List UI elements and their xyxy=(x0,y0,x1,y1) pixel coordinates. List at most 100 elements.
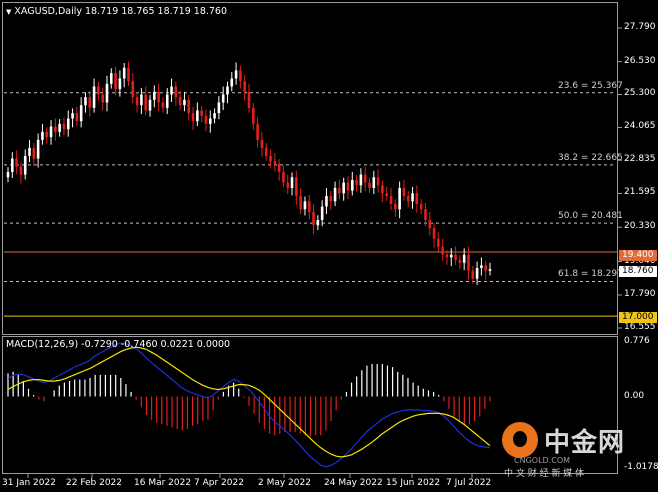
candle-body xyxy=(174,86,178,98)
candle-body xyxy=(11,158,14,172)
candle-body xyxy=(398,187,401,210)
candle-body xyxy=(49,126,53,138)
candle-body xyxy=(290,177,294,188)
candle-body xyxy=(368,182,371,188)
candle-body xyxy=(230,78,234,87)
price-tick-label: 22.835 xyxy=(624,154,656,165)
candle-body xyxy=(462,254,466,263)
date-tick-label: 22 Feb 2022 xyxy=(66,478,123,488)
chart-window[interactable]: ▼ XAGUSD,Daily 18.719 18.765 18.719 18.7… xyxy=(0,0,658,492)
candle-body xyxy=(372,177,376,188)
candle-body xyxy=(191,113,195,122)
price-tick-label: 17.790 xyxy=(624,289,656,300)
candle-body xyxy=(79,105,83,122)
candle-body xyxy=(32,147,36,159)
candle-body xyxy=(213,113,216,119)
candle-body xyxy=(312,211,315,226)
candle-body xyxy=(97,86,100,95)
candle-body xyxy=(247,91,251,108)
candle-body xyxy=(196,110,199,122)
candle-body xyxy=(385,193,389,196)
macd-tick-label: 0.00 xyxy=(624,390,645,401)
candle-body xyxy=(286,182,290,188)
candle-body xyxy=(432,228,436,239)
candle-body xyxy=(217,102,221,114)
candle-body xyxy=(170,86,173,95)
candle-body xyxy=(131,81,135,98)
candle-body xyxy=(303,201,307,210)
candle-body xyxy=(62,123,66,130)
candle-body xyxy=(71,113,74,119)
candle-body xyxy=(92,86,96,108)
candle-body xyxy=(153,91,156,100)
date-tick-label: 15 Jun 2022 xyxy=(386,478,441,488)
candle-body xyxy=(105,83,109,103)
candle-body xyxy=(157,91,160,103)
candle-body xyxy=(45,131,49,138)
candle-body xyxy=(41,131,44,140)
candle-body xyxy=(376,177,380,186)
candle-body xyxy=(84,97,87,106)
price-tick-label: 16.555 xyxy=(624,322,656,332)
candle-body xyxy=(127,67,130,82)
candle-body xyxy=(260,139,264,148)
watermark-tagline: 中 文 财 经 新 媒 体 xyxy=(504,469,585,479)
price-tick-label: 25.300 xyxy=(624,88,656,99)
fib-level-label: 23.6 = 25.367 xyxy=(558,80,623,91)
current-price-tag: 18.760 xyxy=(619,266,657,277)
candle-body xyxy=(19,166,23,175)
candle-body xyxy=(36,139,40,159)
candle-body xyxy=(355,179,358,186)
cngold-watermark: 中金网 CNGOLD.COM 中 文 财 经 新 媒 体 xyxy=(498,418,648,479)
candle-body xyxy=(226,86,229,95)
candle-body xyxy=(234,70,238,79)
date-tick-label: 31 Jan 2022 xyxy=(2,478,56,488)
dropdown-triangle-icon[interactable]: ▼ xyxy=(6,8,11,16)
candle-body xyxy=(299,195,302,210)
candle-body xyxy=(333,187,337,202)
candle-body xyxy=(316,219,320,226)
candle-body xyxy=(484,265,487,271)
watermark-brand: 中金网 xyxy=(544,428,626,458)
candle-body xyxy=(428,219,432,228)
candle-body xyxy=(475,268,479,279)
watermark-url: CNGOLD.COM xyxy=(514,456,571,465)
date-tick-label: 2 May 2022 xyxy=(258,478,311,488)
candle-body xyxy=(88,97,92,108)
candle-body xyxy=(208,118,212,124)
candle-body xyxy=(109,73,113,84)
candle-body xyxy=(273,161,277,164)
candle-body xyxy=(204,115,208,124)
resistance-price-tag: 19.400 xyxy=(619,250,657,261)
candle-body xyxy=(389,195,393,204)
candle-body xyxy=(122,67,126,79)
candle-body xyxy=(58,123,61,132)
candle-body xyxy=(118,78,122,90)
candle-body xyxy=(480,265,483,269)
candle-body xyxy=(488,269,492,271)
candle-body xyxy=(183,99,186,106)
fib-level-label: 61.8 = 18.297 xyxy=(558,269,623,280)
candle-body xyxy=(239,70,242,82)
price-tick-label: 24.065 xyxy=(624,121,656,132)
candle-body xyxy=(338,187,341,194)
candle-body xyxy=(441,246,444,255)
candle-body xyxy=(381,185,384,194)
candle-body xyxy=(269,155,272,162)
candle-body xyxy=(359,174,363,186)
candle-body xyxy=(342,182,345,194)
candle-body xyxy=(325,195,328,207)
date-tick-label: 7 Apr 2022 xyxy=(194,478,244,488)
candle-body xyxy=(277,163,281,172)
date-tick-label: 16 Mar 2022 xyxy=(134,478,192,488)
candle-body xyxy=(415,193,419,204)
candle-body xyxy=(467,254,470,271)
candle-body xyxy=(101,94,104,103)
price-tick-label: 26.530 xyxy=(624,55,656,66)
candle-body xyxy=(148,99,152,111)
candle-body xyxy=(144,94,148,111)
candle-body xyxy=(140,94,143,106)
candle-body xyxy=(329,195,333,202)
candle-body xyxy=(28,147,31,156)
cngold-logo-icon xyxy=(502,422,538,458)
